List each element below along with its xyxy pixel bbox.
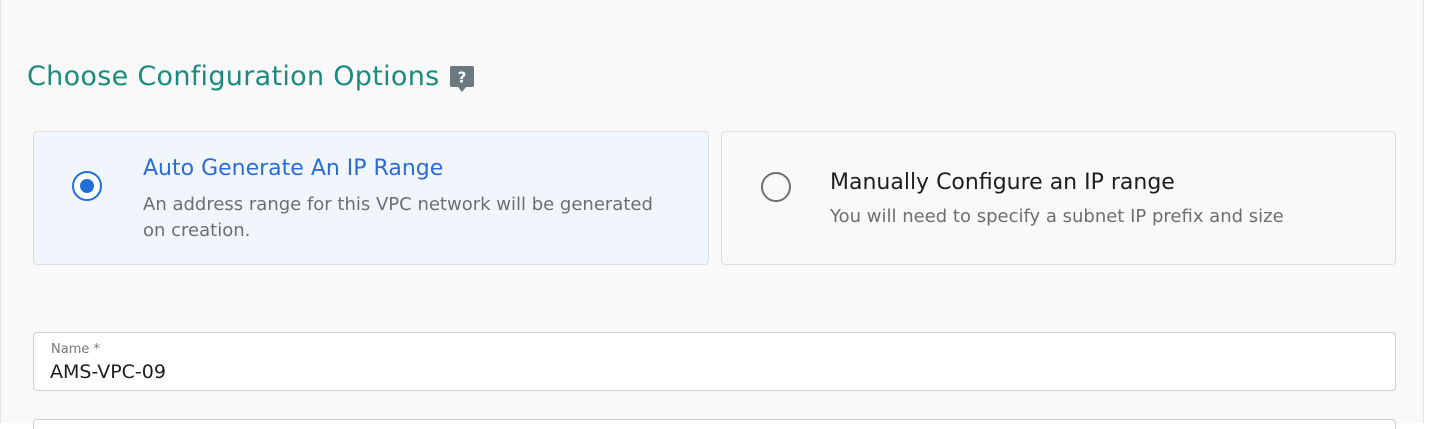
option-title: Manually Configure an IP range xyxy=(830,170,1175,195)
next-field[interactable] xyxy=(33,419,1396,429)
name-field[interactable]: Name * xyxy=(33,332,1396,391)
section-header: Choose Configuration Options ? xyxy=(27,56,474,96)
section-title: Choose Configuration Options xyxy=(27,60,440,92)
name-field-label: Name * xyxy=(51,342,100,357)
radio-unselected-icon[interactable] xyxy=(761,172,791,202)
svg-text:?: ? xyxy=(457,69,466,87)
option-manual-configure-ip-range[interactable]: Manually Configure an IP range You will … xyxy=(721,131,1396,265)
option-description: You will need to specify a subnet IP pre… xyxy=(830,206,1284,227)
name-input[interactable] xyxy=(50,359,1370,385)
option-description: An address range for this VPC network wi… xyxy=(143,194,653,241)
option-auto-generate-ip-range[interactable]: Auto Generate An IP Range An address ran… xyxy=(33,131,709,265)
option-title: Auto Generate An IP Range xyxy=(143,156,444,181)
configuration-panel: Choose Configuration Options ? Auto Gene… xyxy=(0,0,1424,429)
help-question-icon[interactable]: ? xyxy=(449,66,474,92)
radio-selected-icon[interactable] xyxy=(72,171,102,201)
